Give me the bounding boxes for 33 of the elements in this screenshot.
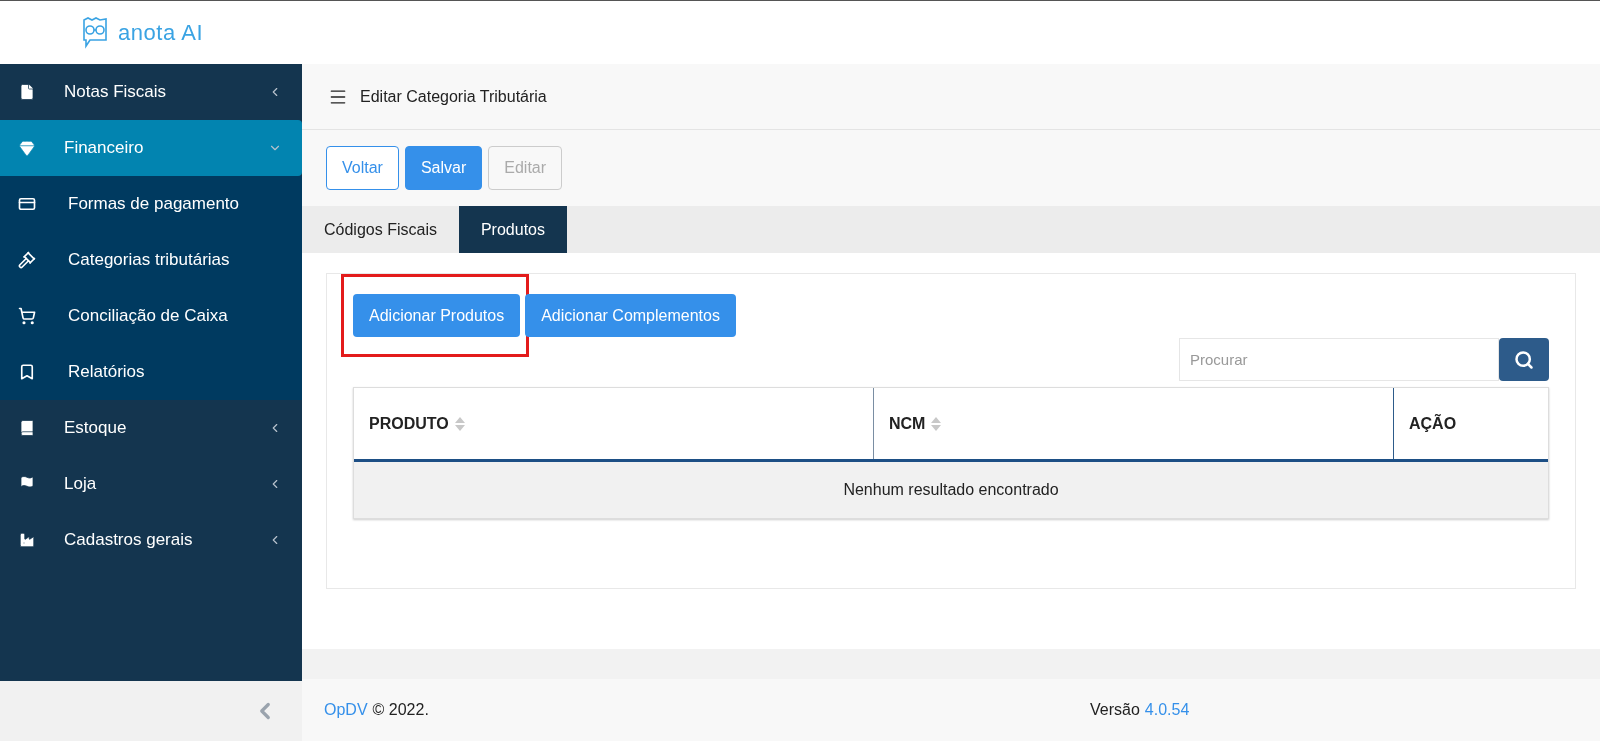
sidebar-item[interactable]: Financeiro bbox=[0, 120, 302, 176]
tab[interactable]: Códigos Fiscais bbox=[302, 206, 459, 253]
submenu-item[interactable]: Conciliação de Caixa bbox=[0, 288, 302, 344]
submenu-item[interactable]: Relatórios bbox=[0, 344, 302, 400]
diamond-icon bbox=[18, 139, 36, 157]
gavel-icon bbox=[18, 251, 36, 269]
book-icon bbox=[18, 419, 36, 437]
copyright-text: © 2022. bbox=[372, 700, 429, 720]
submenu-item[interactable]: Formas de pagamento bbox=[0, 176, 302, 232]
search-button[interactable] bbox=[1499, 338, 1549, 381]
document-icon bbox=[18, 83, 36, 101]
sidebar-item[interactable]: Loja bbox=[0, 456, 302, 512]
bookmark-icon bbox=[18, 363, 36, 381]
credit-card-icon bbox=[18, 195, 36, 213]
tab[interactable]: Produtos bbox=[458, 206, 567, 253]
sidebar-item[interactable]: Cadastros gerais bbox=[0, 512, 302, 568]
factory-icon bbox=[18, 531, 36, 549]
page-title: Editar Categoria Tributária bbox=[360, 86, 547, 107]
sidebar-item[interactable]: Notas Fiscais bbox=[0, 64, 302, 120]
search-field[interactable]: Procurar bbox=[1179, 338, 1499, 381]
search-icon bbox=[1514, 349, 1534, 370]
column-header[interactable]: PRODUTO bbox=[354, 388, 874, 459]
cart-icon bbox=[18, 307, 36, 325]
sidebar-item[interactable]: Estoque bbox=[0, 400, 302, 456]
sort-icon bbox=[931, 415, 942, 432]
column-header[interactable]: NCM bbox=[874, 388, 1394, 459]
version-label: Versão bbox=[1090, 700, 1140, 720]
column-header[interactable]: AÇÃO bbox=[1394, 388, 1548, 459]
empty-row: Nenhum resultado encontrado bbox=[354, 462, 1548, 518]
submenu-item[interactable]: Categorias tributárias bbox=[0, 232, 302, 288]
logo-text: anota AI bbox=[118, 19, 204, 47]
owl-logo-icon bbox=[80, 15, 110, 50]
sort-icon bbox=[454, 415, 465, 432]
